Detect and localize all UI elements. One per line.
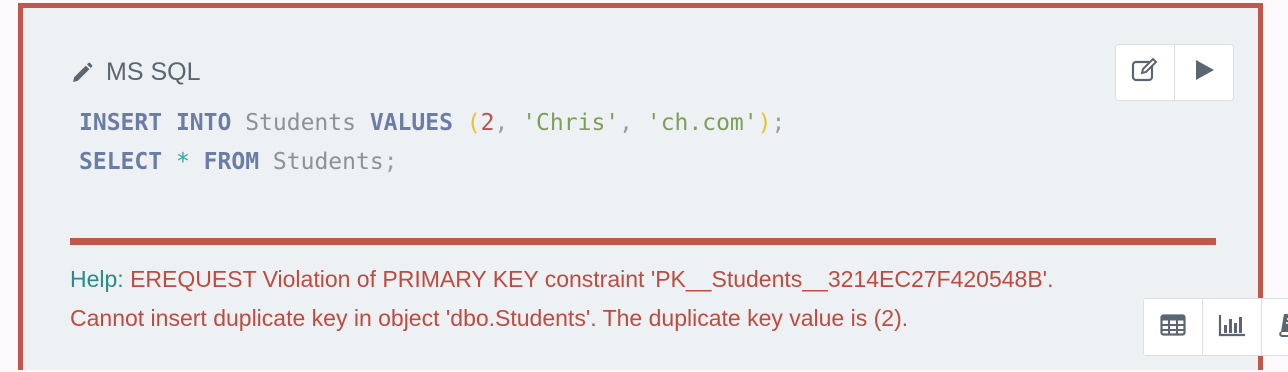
code-token: SELECT <box>79 149 163 175</box>
code-token: 2 <box>480 110 495 136</box>
code-token: ( <box>466 110 481 136</box>
error-line-1: Help: EREQUEST Violation of PRIMARY KEY … <box>70 260 1230 299</box>
pencil-icon <box>70 61 94 85</box>
run-button[interactable] <box>1174 45 1233 100</box>
code-token: * <box>175 149 190 175</box>
code-token: VALUES <box>369 110 453 136</box>
code-token: ; <box>771 110 786 136</box>
error-message: Help: EREQUEST Violation of PRIMARY KEY … <box>70 260 1230 338</box>
table-icon <box>1160 313 1186 341</box>
error-divider <box>70 238 1216 245</box>
code-token: INTO <box>175 110 232 136</box>
play-icon <box>1192 58 1216 87</box>
code-editor[interactable]: INSERT INTO Students VALUES (2, 'Chris',… <box>79 104 785 182</box>
code-token: INSERT <box>79 110 163 136</box>
code-token: ; <box>383 149 398 175</box>
chart-view-button[interactable] <box>1202 299 1261 355</box>
error-text-line-1: EREQUEST Violation of PRIMARY KEY constr… <box>130 266 1054 292</box>
code-token: Students <box>259 149 384 175</box>
result-toolbar <box>1143 298 1288 356</box>
code-token: , <box>619 110 647 136</box>
cell-toolbar <box>1115 44 1234 101</box>
table-view-button[interactable] <box>1144 299 1202 355</box>
language-name: MS SQL <box>106 58 201 86</box>
error-text-line-2: Cannot insert duplicate key in object 'd… <box>70 305 909 331</box>
code-token: 'Chris' <box>522 110 620 136</box>
help-label: Help: <box>70 266 124 292</box>
code-token: 'ch.com' <box>646 110 758 136</box>
code-line: INSERT INTO Students VALUES (2, 'Chris',… <box>79 104 785 143</box>
edit-button[interactable] <box>1116 45 1174 100</box>
book-button[interactable] <box>1261 299 1288 355</box>
book-icon <box>1277 312 1288 343</box>
code-token: Students <box>231 110 370 136</box>
language-label: MS SQL <box>70 58 200 87</box>
code-token: , <box>494 110 523 136</box>
edit-icon <box>1131 57 1159 88</box>
code-token: FROM <box>203 149 260 175</box>
code-token: ) <box>757 110 772 136</box>
bar-chart-icon <box>1218 313 1246 342</box>
sql-cell: MS SQL INSERT INTO Students VALUES (2, '… <box>18 3 1288 370</box>
code-line: SELECT * FROM Students; <box>79 143 785 182</box>
